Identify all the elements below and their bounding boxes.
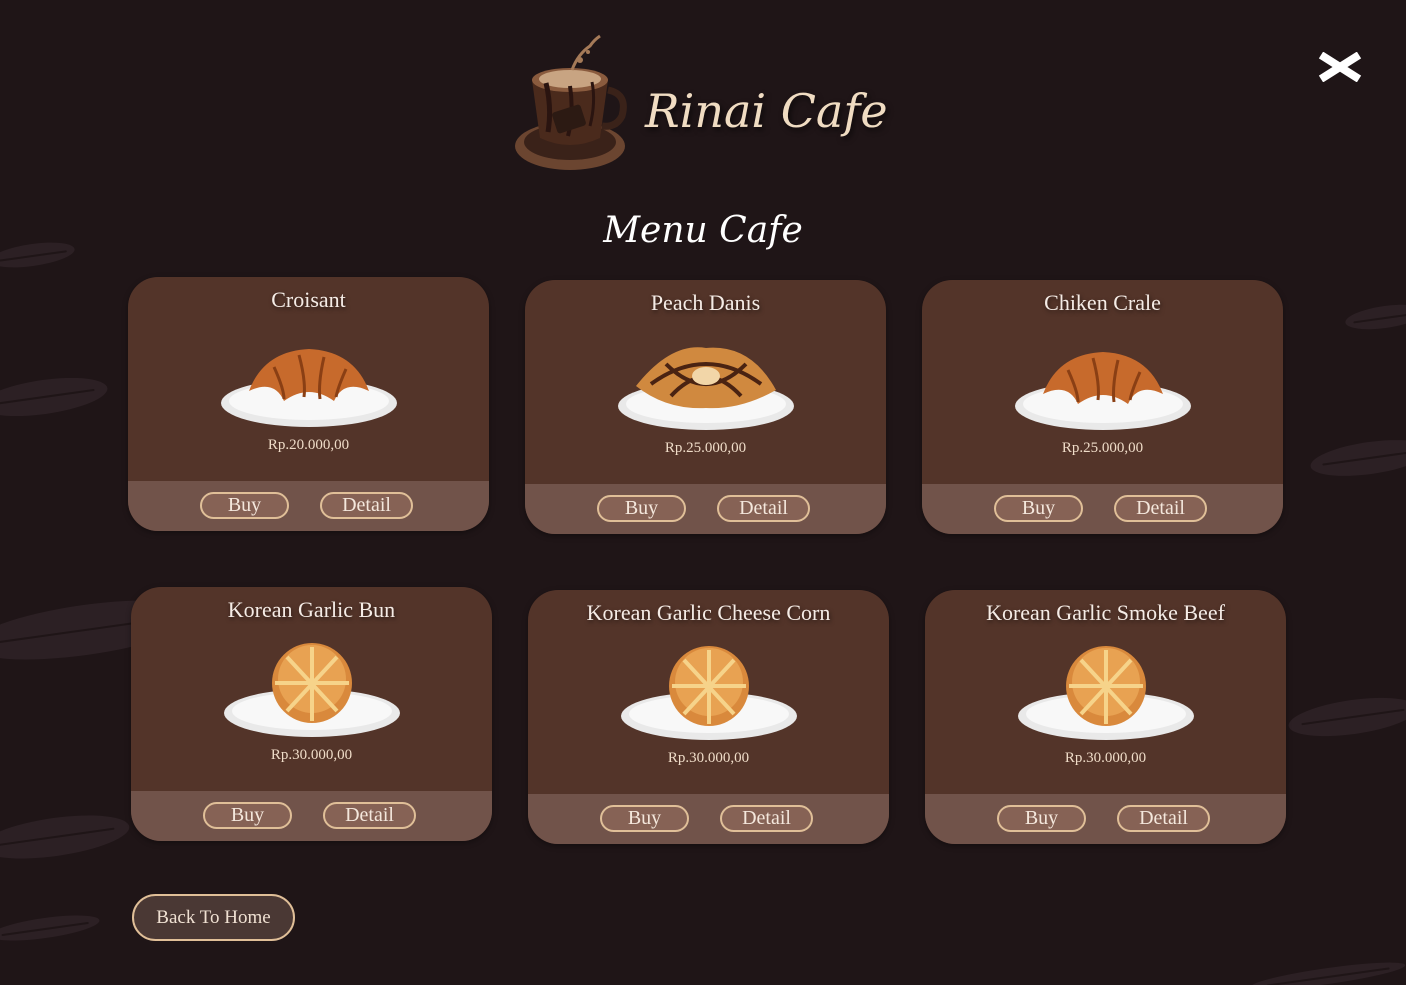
- food-image: [223, 643, 400, 737]
- menu-card: Korean Garlic Smoke Beef Rp.30.000,00 Buy D…: [925, 590, 1286, 844]
- buy-button[interactable]: Buy: [997, 805, 1086, 832]
- buy-button[interactable]: Buy: [600, 805, 689, 832]
- food-image: [220, 349, 397, 427]
- buy-button[interactable]: Buy: [203, 802, 292, 829]
- detail-button[interactable]: Detail: [717, 495, 810, 522]
- menu-card: Korean Garlic Bun Rp.30.000,00 Buy Detail: [131, 587, 492, 841]
- menu-card: Chiken Crale Rp.25.000,00 Buy Detail: [922, 280, 1283, 534]
- menu-item-price: Rp.25.000,00: [664, 440, 747, 456]
- detail-button[interactable]: Detail: [720, 805, 813, 832]
- food-image: [1017, 646, 1194, 740]
- card-actions: Buy Detail: [131, 791, 492, 841]
- card-actions: Buy Detail: [925, 794, 1286, 844]
- menu-item-name: Korean Garlic Cheese Corn: [586, 600, 831, 625]
- close-icon[interactable]: [1318, 52, 1362, 82]
- card-actions: Buy Detail: [922, 484, 1283, 534]
- menu-item-price: Rp.20.000,00: [267, 437, 350, 453]
- buy-button[interactable]: Buy: [200, 492, 289, 519]
- background-bean-decoration: [0, 807, 132, 867]
- menu-title: Menu Cafe: [603, 210, 803, 251]
- menu-card: Peach Danis Rp.25.000,00 Buy Detail: [525, 280, 886, 534]
- detail-button[interactable]: Detail: [1117, 805, 1210, 832]
- detail-button[interactable]: Detail: [323, 802, 416, 829]
- menu-item-price: Rp.30.000,00: [667, 750, 750, 766]
- app-header: Rinai Cafe: [510, 28, 890, 178]
- background-bean-decoration: [1343, 300, 1406, 334]
- menu-card: Korean Garlic Cheese Corn Rp.30.000,00 Buy…: [528, 590, 889, 844]
- background-bean-decoration: [1286, 691, 1406, 743]
- menu-card: Croisant Rp.20.000,00 Buy Detail: [128, 277, 489, 531]
- menu-item-name: Korean Garlic Smoke Beef: [986, 600, 1225, 625]
- card-actions: Buy Detail: [528, 794, 889, 844]
- coffee-cup-logo-icon: [515, 34, 627, 170]
- food-image: [620, 646, 797, 740]
- menu-item-name: Croisant: [271, 287, 346, 312]
- buy-button[interactable]: Buy: [597, 495, 686, 522]
- menu-item-name: Chiken Crale: [1044, 290, 1161, 315]
- menu-item-price: Rp.25.000,00: [1061, 440, 1144, 456]
- buy-button[interactable]: Buy: [994, 495, 1083, 522]
- background-bean-decoration: [1308, 433, 1406, 483]
- menu-item-price: Rp.30.000,00: [1064, 750, 1147, 766]
- menu-item-name: Peach Danis: [650, 290, 761, 315]
- food-image: [1014, 352, 1191, 430]
- card-actions: Buy Detail: [525, 484, 886, 534]
- background-bean-decoration: [0, 910, 101, 946]
- detail-button[interactable]: Detail: [320, 492, 413, 519]
- detail-button[interactable]: Detail: [1114, 495, 1207, 522]
- food-image: [617, 347, 794, 430]
- card-actions: Buy Detail: [128, 481, 489, 531]
- background-bean-decoration: [1249, 957, 1406, 985]
- menu-item-name: Korean Garlic Bun: [227, 597, 396, 622]
- back-to-home-button[interactable]: Back To Home: [132, 894, 295, 941]
- brand-title: Rinai Cafe: [645, 84, 888, 138]
- background-bean-decoration: [0, 371, 110, 423]
- menu-item-price: Rp.30.000,00: [270, 747, 353, 763]
